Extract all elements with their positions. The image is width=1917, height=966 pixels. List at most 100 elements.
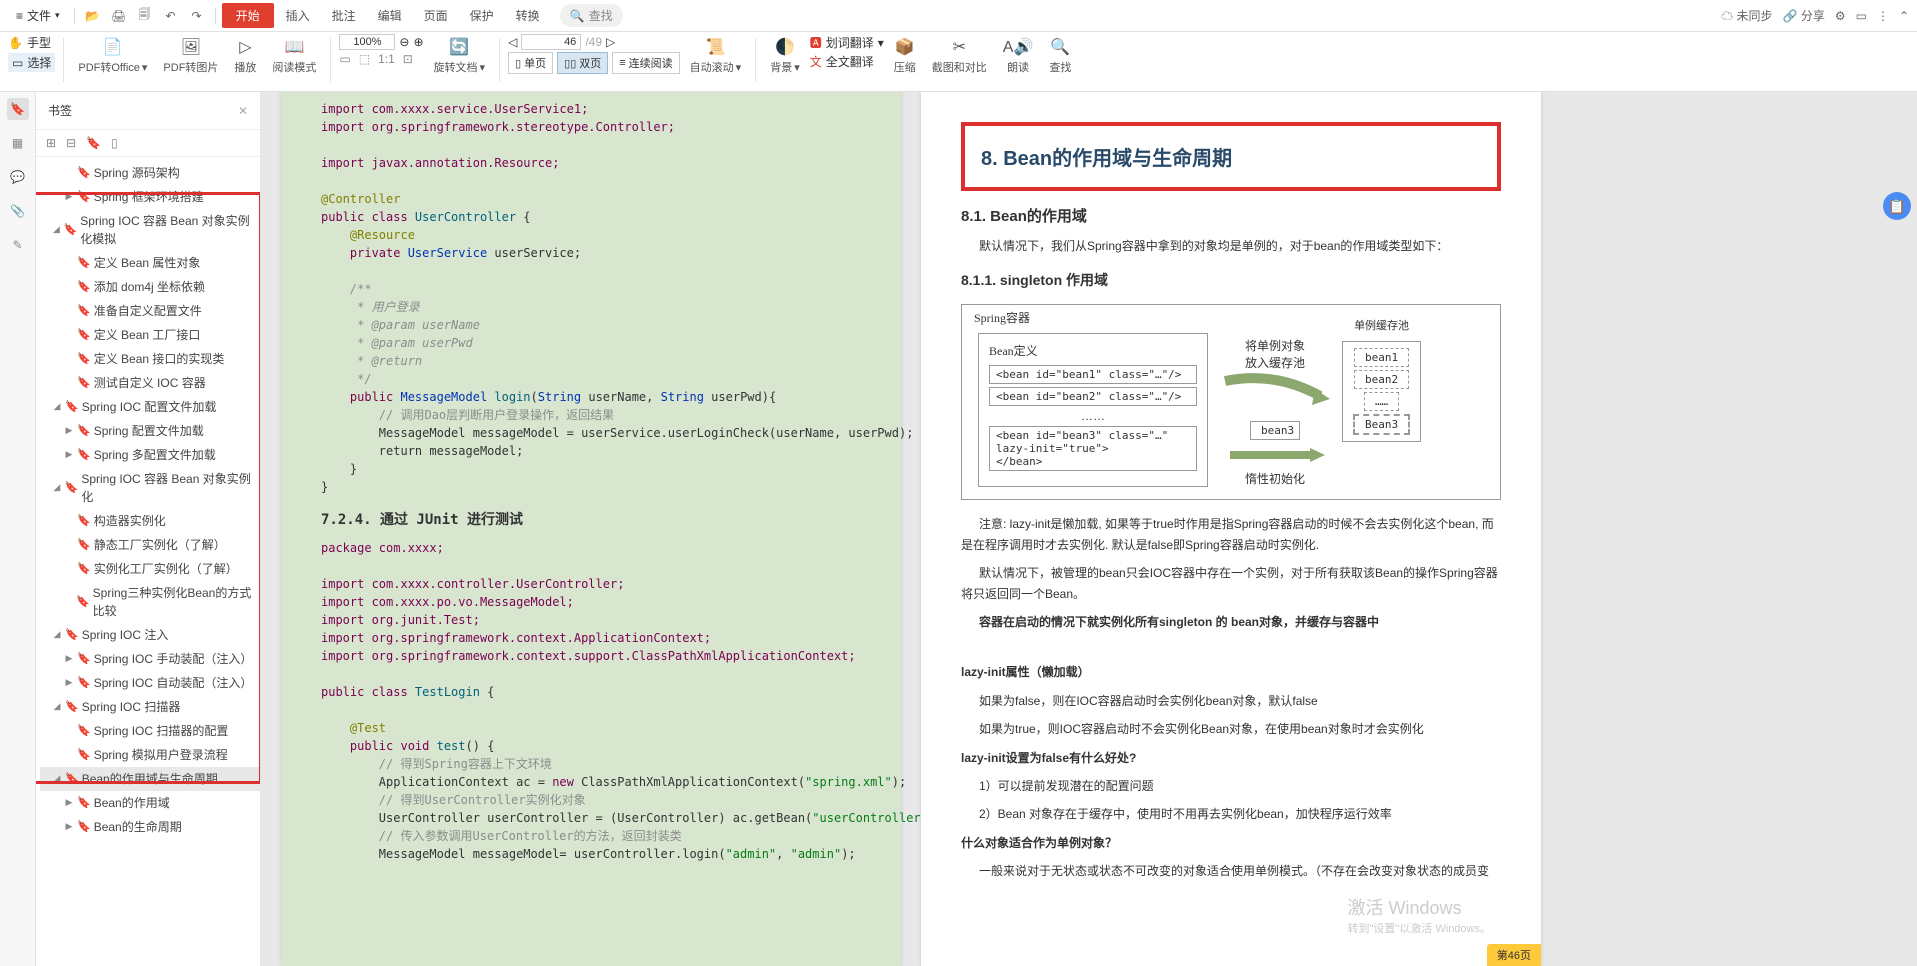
- share-button[interactable]: 🔗 分享: [1783, 7, 1825, 24]
- bookmark-item[interactable]: ▶🔖Spring IOC 自动装配（注入）: [40, 671, 260, 695]
- bookmark-item[interactable]: ▶🔖Spring 配置文件加载: [40, 419, 260, 443]
- bookmark-item[interactable]: 🔖定义 Bean 工厂接口: [40, 323, 260, 347]
- collapse-icon[interactable]: ⌃: [1899, 9, 1909, 23]
- document-page-right: 8. Bean的作用域与生命周期 8.1. Bean的作用域 默认情况下，我们从…: [921, 92, 1541, 966]
- page-input[interactable]: 46: [521, 34, 581, 50]
- bookmark-item[interactable]: ◢🔖Spring IOC 容器 Bean 对象实例化: [40, 467, 260, 509]
- bookmark-item[interactable]: ◢🔖Spring IOC 扫描器: [40, 695, 260, 719]
- search-box[interactable]: 🔍 查找: [560, 4, 623, 27]
- thumbnail-tab-icon[interactable]: ▦: [7, 132, 29, 154]
- bookmark-item[interactable]: ◢🔖Spring IOC 注入: [40, 623, 260, 647]
- tab-annotate[interactable]: 批注: [322, 3, 366, 28]
- save-icon[interactable]: 🖨: [107, 4, 131, 28]
- pdf-to-image[interactable]: 🖼PDF转图片: [157, 34, 224, 77]
- page-badge[interactable]: 第46页: [1487, 944, 1541, 966]
- file-menu[interactable]: ≡ 文件 ▾: [8, 3, 68, 28]
- zoom-in-icon[interactable]: ⊕: [413, 35, 423, 49]
- expand-all-icon[interactable]: ⊞: [46, 136, 56, 150]
- subheading: lazy-init设置为false有什么好处?: [961, 748, 1501, 768]
- bookmark-item[interactable]: ◢🔖Bean的作用域与生命周期: [40, 767, 260, 791]
- tab-start[interactable]: 开始: [222, 3, 274, 28]
- bookmark-item[interactable]: 🔖Spring 模拟用户登录流程: [40, 743, 260, 767]
- attachment-tab-icon[interactable]: 📎: [7, 200, 29, 222]
- screenshot-compare[interactable]: ✂截图和对比: [926, 34, 993, 77]
- note-paragraph: 注意: lazy-init是懒加载, 如果等于true时作用是指Spring容器…: [961, 514, 1501, 555]
- compress[interactable]: 📦压缩: [888, 34, 922, 77]
- bookmark-item[interactable]: 🔖添加 dom4j 坐标依赖: [40, 275, 260, 299]
- redo-icon[interactable]: ↷: [185, 4, 209, 28]
- zoom-out-icon[interactable]: ⊖: [399, 35, 409, 49]
- bookmark-item[interactable]: 🔖准备自定义配置文件: [40, 299, 260, 323]
- bookmark-item[interactable]: 🔖构造器实例化: [40, 509, 260, 533]
- bookmark-tab-icon[interactable]: 🔖: [7, 98, 29, 120]
- read-aloud[interactable]: A🔊朗读: [997, 34, 1040, 77]
- bookmark-tree[interactable]: 🔖Spring 源码架构▶🔖Spring 框架环境搭建◢🔖Spring IOC …: [36, 157, 260, 966]
- background[interactable]: 🌓背景▾: [764, 34, 806, 77]
- pdf-to-office[interactable]: 📄PDF转Office▾: [72, 34, 153, 77]
- hand-tool[interactable]: ✋ 手型: [8, 34, 55, 51]
- comment-tab-icon[interactable]: 💬: [7, 166, 29, 188]
- sync-status[interactable]: ☁ 未同步: [1721, 7, 1772, 24]
- find[interactable]: 🔍查找: [1043, 34, 1077, 77]
- translate-group: 🅰 划词翻译▾ 文 全文翻译: [810, 34, 884, 70]
- tab-page[interactable]: 页面: [414, 3, 458, 28]
- continuous-btn[interactable]: ≡ 连续阅读: [612, 52, 679, 74]
- bookmark-title: 书签: [48, 102, 72, 119]
- collapse-all-icon[interactable]: ⊟: [66, 136, 76, 150]
- bookmark-item[interactable]: ▶🔖Spring 多配置文件加载: [40, 443, 260, 467]
- bookmark-item[interactable]: 🔖Spring 源码架构: [40, 161, 260, 185]
- bookmark-item[interactable]: ▶🔖Bean的作用域: [40, 791, 260, 815]
- bookmark-item[interactable]: 🔖定义 Bean 接口的实现类: [40, 347, 260, 371]
- bookmark-item[interactable]: 🔖Spring IOC 扫描器的配置: [40, 719, 260, 743]
- bookmark-item[interactable]: ▶🔖Spring IOC 手动装配（注入）: [40, 647, 260, 671]
- fit-page-icon[interactable]: ⬚: [359, 52, 370, 66]
- settings-icon[interactable]: ⚙: [1835, 9, 1846, 23]
- more-icon[interactable]: ⋮: [1877, 9, 1889, 23]
- fit-width-icon[interactable]: ▭: [339, 52, 350, 66]
- fit-icon[interactable]: ⊡: [403, 52, 413, 66]
- bookmark-item[interactable]: ◢🔖Spring IOC 配置文件加载: [40, 395, 260, 419]
- double-page-btn[interactable]: ▯▯ 双页: [557, 52, 608, 74]
- tab-edit[interactable]: 编辑: [368, 3, 412, 28]
- bookmark-item[interactable]: 🔖测试自定义 IOC 容器: [40, 371, 260, 395]
- document-viewer[interactable]: 📋 import com.xxxx.service.UserService1; …: [261, 92, 1917, 966]
- bookmark-header: 书签 ✕: [36, 92, 260, 130]
- bookmark-item[interactable]: 🔖Spring三种实例化Bean的方式比较: [40, 581, 260, 623]
- bookmark-item[interactable]: ◢🔖Spring IOC 容器 Bean 对象实例化模拟: [40, 209, 260, 251]
- paragraph: 2）Bean 对象存在于缓存中，使用时不用再去实例化bean，加快程序运行效率: [961, 804, 1501, 824]
- bookmark-item[interactable]: 🔖定义 Bean 属性对象: [40, 251, 260, 275]
- add-bookmark-icon[interactable]: 🔖: [86, 136, 101, 150]
- next-page-icon[interactable]: ▷: [606, 35, 615, 49]
- autoscroll[interactable]: 📜自动滚动▾: [684, 34, 748, 77]
- select-tool[interactable]: ▭ 选择: [8, 53, 55, 72]
- open-icon[interactable]: 📂: [81, 4, 105, 28]
- bookmark-item[interactable]: 🔖实例化工厂实例化（了解）: [40, 557, 260, 581]
- tab-insert[interactable]: 插入: [276, 3, 320, 28]
- windows-watermark: 激活 Windows 转到"设置"以激活 Windows。: [1348, 894, 1492, 936]
- bookmark-icon2[interactable]: ▯: [111, 136, 118, 150]
- signature-tab-icon[interactable]: ✎: [7, 234, 29, 256]
- main-area: 🔖 ▦ 💬 📎 ✎ 书签 ✕ ⊞ ⊟ 🔖 ▯ 🔖Spring 源码架构▶🔖Spr…: [0, 92, 1917, 966]
- bookmark-item[interactable]: ▶🔖Bean的生命周期: [40, 815, 260, 839]
- print-icon[interactable]: 🗐: [133, 4, 157, 28]
- ribbon-toolbar: ✋ 手型 ▭ 选择 📄PDF转Office▾ 🖼PDF转图片 ▷播放 📖阅读模式…: [0, 32, 1917, 92]
- full-translate[interactable]: 文 全文翻译: [810, 53, 884, 70]
- word-translate[interactable]: 🅰 划词翻译▾: [810, 34, 884, 51]
- float-assist-icon[interactable]: 📋: [1883, 192, 1911, 220]
- read-mode[interactable]: 📖阅读模式: [266, 34, 322, 77]
- close-icon[interactable]: ✕: [238, 104, 248, 118]
- rotate-doc[interactable]: 🔄旋转文档▾: [428, 34, 492, 77]
- actual-size-icon[interactable]: 1:1: [378, 52, 395, 66]
- bookmark-panel: 书签 ✕ ⊞ ⊟ 🔖 ▯ 🔖Spring 源码架构▶🔖Spring 框架环境搭建…: [36, 92, 261, 966]
- window-icon[interactable]: ▭: [1856, 9, 1867, 23]
- bookmark-item[interactable]: ▶🔖Spring 框架环境搭建: [40, 185, 260, 209]
- tab-protect[interactable]: 保护: [460, 3, 504, 28]
- zoom-input[interactable]: 100%: [339, 34, 395, 50]
- prev-page-icon[interactable]: ◁: [508, 35, 517, 49]
- play-button[interactable]: ▷播放: [228, 34, 262, 77]
- tab-convert[interactable]: 转换: [506, 3, 550, 28]
- undo-icon[interactable]: ↶: [159, 4, 183, 28]
- page-nav: ◁ 46/49 ▷ ▯ 单页 ▯▯ 双页 ≡ 连续阅读: [508, 34, 680, 74]
- bookmark-item[interactable]: 🔖静态工厂实例化（了解）: [40, 533, 260, 557]
- single-page-btn[interactable]: ▯ 单页: [508, 52, 553, 74]
